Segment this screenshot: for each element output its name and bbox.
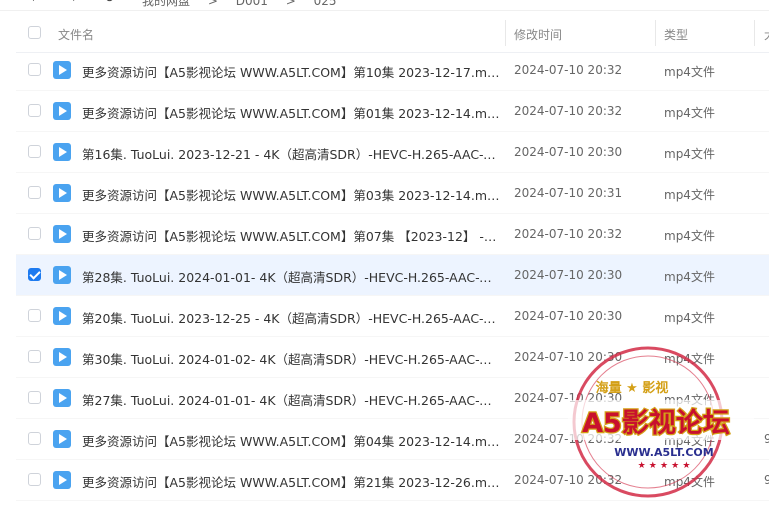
row-checkbox[interactable] <box>28 63 41 76</box>
video-file-icon <box>53 307 71 325</box>
row-checkbox[interactable] <box>28 145 41 158</box>
row-checkbox[interactable] <box>28 350 41 363</box>
file-row[interactable]: 更多资源访问【A5影视论坛 WWW.A5LT.COM】第01集 2023-12-… <box>16 91 769 132</box>
video-file-icon <box>53 184 71 202</box>
select-all-checkbox[interactable] <box>28 26 41 39</box>
file-row[interactable]: 第30集. TuoLui. 2024-01-02- 4K（超高清SDR）-HEV… <box>16 337 769 378</box>
file-name[interactable]: 第27集. TuoLui. 2024-01-01- 4K（超高清SDR）-HEV… <box>82 390 500 409</box>
breadcrumb-separator: > <box>207 0 218 8</box>
file-row[interactable]: 第16集. TuoLui. 2023-12-21 - 4K（超高清SDR）-HE… <box>16 132 769 173</box>
video-file-icon <box>53 225 71 243</box>
file-name[interactable]: 更多资源访问【A5影视论坛 WWW.A5LT.COM】第04集 2023-12-… <box>82 431 500 450</box>
file-type: mp4文件 <box>664 188 715 202</box>
breadcrumb-item[interactable]: D001 <box>236 0 268 8</box>
video-file-icon <box>53 471 71 489</box>
file-modified-time: 2024-07-10 20:31 <box>514 186 623 200</box>
row-checkbox[interactable] <box>28 268 41 281</box>
video-file-icon <box>53 389 71 407</box>
file-name[interactable]: 更多资源访问【A5影视论坛 WWW.A5LT.COM】第03集 2023-12-… <box>82 185 500 204</box>
row-checkbox[interactable] <box>28 432 41 445</box>
file-modified-time: 2024-07-10 20:30 <box>514 145 623 159</box>
video-file-icon <box>53 61 71 79</box>
back-icon[interactable]: ‹ <box>30 0 35 6</box>
file-modified-time: 2024-07-10 20:30 <box>514 391 623 405</box>
forward-icon[interactable]: › <box>72 0 77 6</box>
file-type: mp4文件 <box>664 65 715 79</box>
row-checkbox[interactable] <box>28 227 41 240</box>
file-modified-time: 2024-07-10 20:32 <box>514 227 623 241</box>
file-modified-time: 2024-07-10 20:30 <box>514 350 623 364</box>
file-name[interactable]: 第16集. TuoLui. 2023-12-21 - 4K（超高清SDR）-HE… <box>82 144 500 163</box>
column-header-name[interactable]: 文件名 <box>58 26 94 43</box>
file-name[interactable]: 第30集. TuoLui. 2024-01-02- 4K（超高清SDR）-HEV… <box>82 349 500 368</box>
file-type: mp4文件 <box>664 229 715 243</box>
file-row[interactable]: 更多资源访问【A5影视论坛 WWW.A5LT.COM】第21集 2023-12-… <box>16 460 769 501</box>
file-type: mp4文件 <box>664 311 715 325</box>
file-row[interactable]: 更多资源访问【A5影视论坛 WWW.A5LT.COM】第04集 2023-12-… <box>16 419 769 460</box>
file-row[interactable]: 第20集. TuoLui. 2023-12-25 - 4K（超高清SDR）-HE… <box>16 296 769 337</box>
file-modified-time: 2024-07-10 20:30 <box>514 309 623 323</box>
row-checkbox[interactable] <box>28 473 41 486</box>
file-type: mp4文件 <box>664 352 715 366</box>
file-size: 9 <box>764 473 769 487</box>
file-row[interactable]: 第27集. TuoLui. 2024-01-01- 4K（超高清SDR）-HEV… <box>16 378 769 419</box>
file-name[interactable]: 第20集. TuoLui. 2023-12-25 - 4K（超高清SDR）-HE… <box>82 308 500 327</box>
row-checkbox[interactable] <box>28 391 41 404</box>
file-row[interactable]: 第28集. TuoLui. 2024-01-01- 4K（超高清SDR）-HEV… <box>16 255 769 296</box>
file-list: 更多资源访问【A5影视论坛 WWW.A5LT.COM】第10集 2023-12-… <box>16 50 769 501</box>
file-type: mp4文件 <box>664 106 715 120</box>
breadcrumb-item[interactable]: 我的网盘 <box>142 0 190 8</box>
file-name[interactable]: 更多资源访问【A5影视论坛 WWW.A5LT.COM】第10集 2023-12-… <box>82 62 500 81</box>
refresh-icon[interactable]: ↻ <box>104 0 115 6</box>
file-name[interactable]: 更多资源访问【A5影视论坛 WWW.A5LT.COM】第07集 【2023-12… <box>82 226 500 245</box>
file-modified-time: 2024-07-10 20:30 <box>514 268 623 282</box>
file-modified-time: 2024-07-10 20:32 <box>514 63 623 77</box>
file-modified-time: 2024-07-10 20:32 <box>514 432 623 446</box>
file-row[interactable]: 更多资源访问【A5影视论坛 WWW.A5LT.COM】第07集 【2023-12… <box>16 214 769 255</box>
file-modified-time: 2024-07-10 20:32 <box>514 104 623 118</box>
column-header-size[interactable]: 大 <box>764 26 769 43</box>
video-file-icon <box>53 266 71 284</box>
file-type: mp4文件 <box>664 393 715 407</box>
breadcrumb-item[interactable]: 025 <box>314 0 337 8</box>
row-checkbox[interactable] <box>28 104 41 117</box>
video-file-icon <box>53 348 71 366</box>
file-type: mp4文件 <box>664 147 715 161</box>
file-size: 9 <box>764 432 769 446</box>
column-header-type[interactable]: 类型 <box>664 26 688 43</box>
file-name[interactable]: 更多资源访问【A5影视论坛 WWW.A5LT.COM】第01集 2023-12-… <box>82 103 500 122</box>
video-file-icon <box>53 143 71 161</box>
file-type: mp4文件 <box>664 270 715 284</box>
file-name[interactable]: 第28集. TuoLui. 2024-01-01- 4K（超高清SDR）-HEV… <box>82 267 500 286</box>
file-type: mp4文件 <box>664 475 715 489</box>
row-checkbox[interactable] <box>28 186 41 199</box>
video-file-icon <box>53 102 71 120</box>
file-name[interactable]: 更多资源访问【A5影视论坛 WWW.A5LT.COM】第21集 2023-12-… <box>82 472 500 491</box>
column-header-modified[interactable]: 修改时间 <box>514 26 562 43</box>
breadcrumb-separator: > <box>285 0 296 8</box>
row-checkbox[interactable] <box>28 309 41 322</box>
file-list-header: 文件名 修改时间 类型 大 <box>16 14 769 53</box>
video-file-icon <box>53 430 71 448</box>
file-row[interactable]: 更多资源访问【A5影视论坛 WWW.A5LT.COM】第03集 2023-12-… <box>16 173 769 214</box>
file-modified-time: 2024-07-10 20:32 <box>514 473 623 487</box>
column-divider[interactable] <box>505 20 506 46</box>
top-toolbar: ‹ › ↻ 我的网盘 > D001 > 025 <box>0 0 769 11</box>
file-type: mp4文件 <box>664 434 715 448</box>
breadcrumb: 我的网盘 > D001 > 025 <box>142 0 351 9</box>
file-row[interactable]: 更多资源访问【A5影视论坛 WWW.A5LT.COM】第10集 2023-12-… <box>16 50 769 91</box>
column-divider[interactable] <box>655 20 656 46</box>
column-divider[interactable] <box>754 20 755 46</box>
